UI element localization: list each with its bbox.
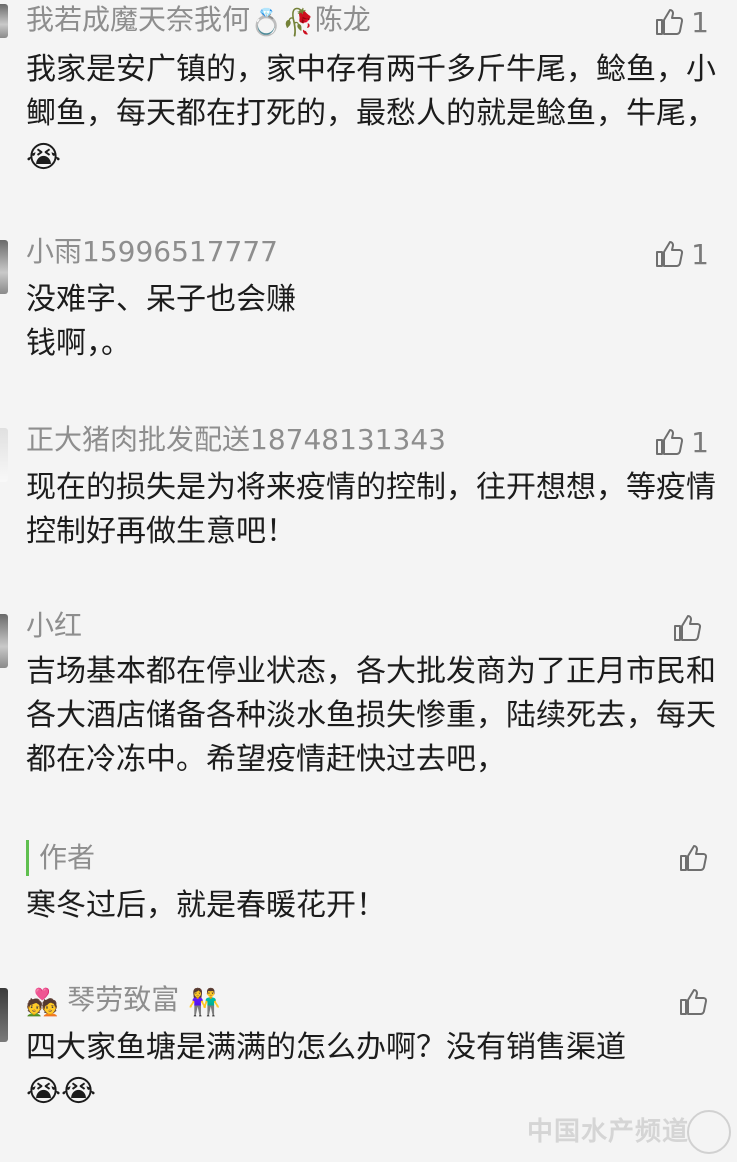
watermark-text: 中国水产频道 [526,1117,689,1147]
like-button[interactable]: 1 [653,236,709,272]
author-name: 琴劳致富 [67,983,180,1016]
crying-emoji: 😭😭 [26,1074,97,1109]
author-reply-text: 寒冬过后，就是春暖花开！ [26,888,386,923]
like-count: 1 [691,5,709,39]
comment-item: 小红 吉场基本都在停业状态，各大批发商为了正月市民和各大酒店储备各种淡水鱼损失惨… [0,606,737,936]
comment-body-line: 没难字、呆子也会赚 [26,282,296,317]
author-reply-label: 作者 [26,840,95,876]
avatar[interactable] [0,988,8,1042]
watermark-logo [687,1110,731,1154]
like-button[interactable] [671,610,709,646]
author-name-suffix: 陈龙 [314,3,371,36]
comment-author[interactable]: 我若成魔天奈我何💍🥀陈龙 [26,2,371,41]
thumbs-up-icon [656,429,684,455]
comment-text: 没难字、呆子也会赚 钱啊，。 [26,278,716,366]
thumbs-up-icon [680,845,708,871]
like-count: 1 [691,425,709,459]
comment-item: 小雨15996517777 1 没难字、呆子也会赚 钱啊，。 [0,230,737,370]
thumbs-up-icon [674,615,702,641]
comment-item: 正大猪肉批发配送18748131343 1 现在的损失是为将来疫情的控制，往开想… [0,418,737,558]
comment-item: 我若成魔天奈我何💍🥀陈龙 1 我家是安广镇的，家中存有两千多斤牛尾，鲶鱼，小鲫鱼… [0,0,737,200]
author-name: 我若成魔天奈我何 [26,3,251,36]
comment-text: 四大家鱼塘是满满的怎么办啊？没有销售渠道 😭😭 [26,1026,716,1114]
reply-like-button[interactable] [677,840,709,876]
comment-text: 吉场基本都在停业状态，各大批发商为了正月市民和各大酒店储备各种淡水鱼损失惨重，陆… [26,654,716,777]
comment-body: 我家是安广镇的，家中存有两千多斤牛尾，鲶鱼，小鲫鱼，每天都在打死的，最愁人的就是… [26,52,716,131]
like-button[interactable]: 1 [653,424,709,460]
like-count: 1 [691,237,709,271]
comment-body-line: 钱啊，。 [26,326,131,361]
author-emoji: 💍🥀 [250,8,315,38]
avatar[interactable] [0,240,8,294]
thumbs-up-icon [656,9,684,35]
author-prefix-emoji: 💑 [26,988,59,1018]
comment-author[interactable]: 💑 琴劳致富 👫 [26,982,221,1021]
thumbs-up-icon [680,989,708,1015]
comment-author[interactable]: 正大猪肉批发配送18748131343 [26,422,446,458]
comment-item: 💑 琴劳致富 👫 四大家鱼塘是满满的怎么办啊？没有销售渠道 😭😭 [0,978,737,1118]
comment-text: 现在的损失是为将来疫情的控制，往开想想，等疫情控制好再做生意吧！ [26,470,716,549]
crying-emoji: 😭 [26,140,62,175]
author-suffix-emoji: 👫 [188,988,221,1018]
comment-author[interactable]: 小红 [26,608,82,644]
thumbs-up-icon [656,241,684,267]
comment-text: 我家是安广镇的，家中存有两千多斤牛尾，鲶鱼，小鲫鱼，每天都在打死的，最愁人的就是… [26,48,716,180]
avatar[interactable] [0,614,8,668]
like-button[interactable] [677,984,709,1020]
avatar[interactable] [0,428,8,482]
comment-author[interactable]: 小雨15996517777 [26,234,278,270]
avatar[interactable] [0,4,8,38]
comment-body: 四大家鱼塘是满满的怎么办啊？没有销售渠道 [26,1030,626,1065]
like-button[interactable]: 1 [653,4,709,40]
